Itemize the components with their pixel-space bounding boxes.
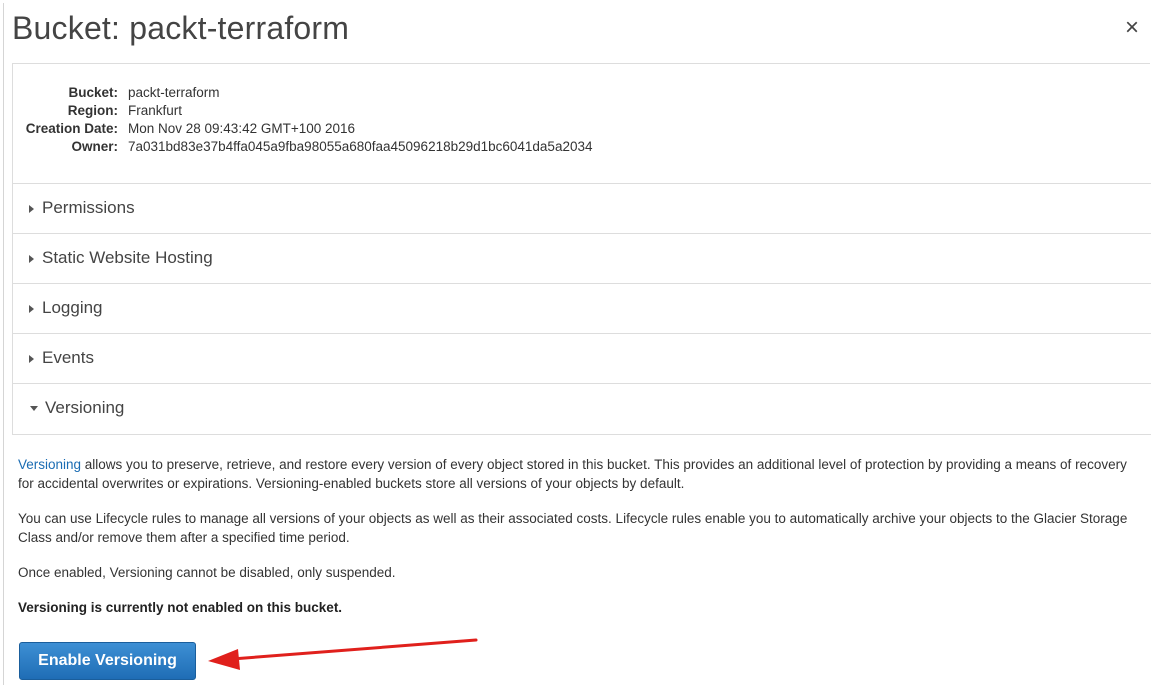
annotation-arrow-head <box>208 649 240 670</box>
annotation-arrow-icon <box>208 638 478 670</box>
annotation-arrow-shaft <box>230 638 478 661</box>
